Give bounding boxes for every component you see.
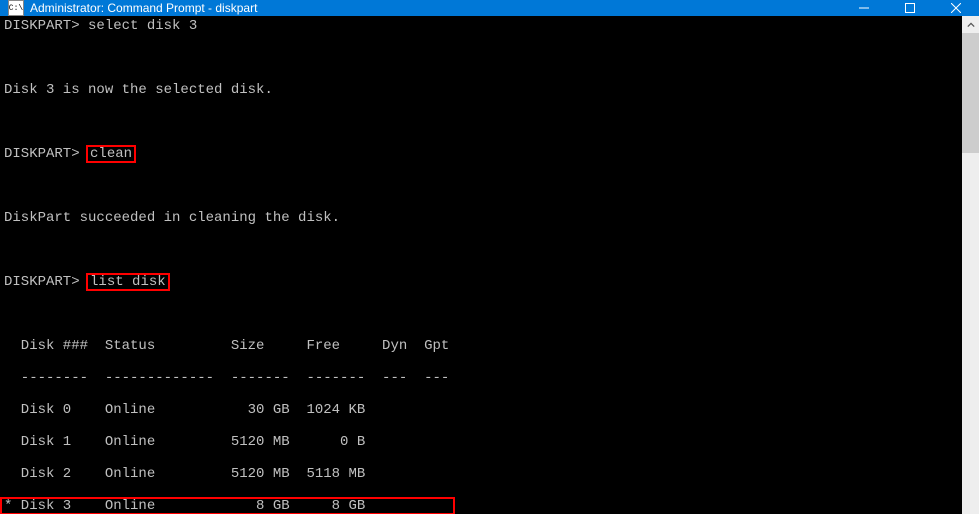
table-row-selected-highlighted: * Disk 3 Online 8 GB 8 GB	[0, 497, 455, 514]
table-row: Disk 2 Online 5120 MB 5118 MB	[4, 466, 962, 482]
prompt: DISKPART>	[4, 146, 80, 162]
close-button[interactable]	[933, 0, 979, 16]
window: C:\ Administrator: Command Prompt - disk…	[0, 0, 979, 514]
table-row: Disk 1 Online 5120 MB 0 B	[4, 434, 962, 450]
chevron-up-icon	[967, 21, 975, 29]
cmd-clean-highlighted: clean	[86, 145, 136, 163]
scroll-up-button[interactable]	[962, 16, 979, 33]
window-controls	[841, 0, 979, 16]
vertical-scrollbar[interactable]	[962, 16, 979, 514]
app-icon: C:\	[8, 0, 24, 16]
cmd-list-disk-highlighted: list disk	[86, 273, 170, 291]
table-row: Disk 0 Online 30 GB 1024 KB	[4, 402, 962, 418]
table-header: Disk ### Status Size Free Dyn Gpt	[4, 338, 962, 354]
terminal-output[interactable]: DISKPART> select disk 3 Disk 3 is now th…	[0, 16, 962, 514]
output-line: DiskPart succeeded in cleaning the disk.	[4, 210, 962, 226]
table-divider: -------- ------------- ------- ------- -…	[4, 370, 962, 386]
client-area: DISKPART> select disk 3 Disk 3 is now th…	[0, 16, 979, 514]
maximize-icon	[905, 3, 915, 13]
close-icon	[951, 3, 961, 13]
maximize-button[interactable]	[887, 0, 933, 16]
cmd-select-disk: select disk 3	[88, 18, 197, 34]
prompt: DISKPART>	[4, 274, 80, 290]
window-title: Administrator: Command Prompt - diskpart	[30, 1, 841, 15]
minimize-icon	[859, 3, 869, 13]
scroll-thumb[interactable]	[962, 33, 979, 153]
prompt: DISKPART>	[4, 18, 80, 34]
output-line: Disk 3 is now the selected disk.	[4, 82, 962, 98]
titlebar[interactable]: C:\ Administrator: Command Prompt - disk…	[0, 0, 979, 16]
minimize-button[interactable]	[841, 0, 887, 16]
